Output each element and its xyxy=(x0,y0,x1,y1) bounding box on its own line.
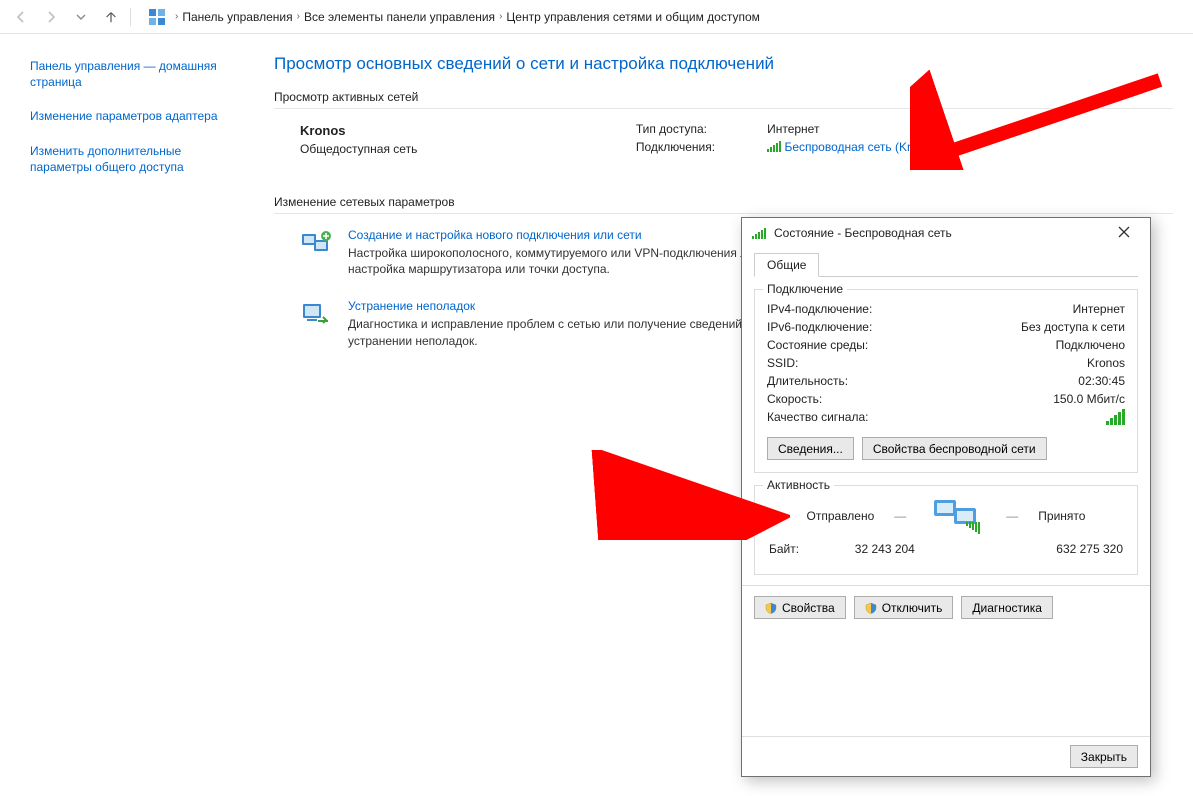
connection-link[interactable]: Беспроводная сеть (Kronos) xyxy=(784,140,941,154)
ssid-label: SSID: xyxy=(767,356,798,370)
recv-label: Принято xyxy=(1038,509,1085,523)
duration-label: Длительность: xyxy=(767,374,848,388)
explorer-toolbar: › Панель управления › Все элементы панел… xyxy=(0,0,1193,34)
back-button[interactable] xyxy=(8,4,34,30)
duration-value: 02:30:45 xyxy=(1078,374,1125,388)
breadcrumb-item[interactable]: Панель управления xyxy=(182,10,292,24)
up-button[interactable] xyxy=(98,4,124,30)
active-networks-label: Просмотр активных сетей xyxy=(274,90,1173,104)
connection-group: Подключение IPv4-подключение:Интернет IP… xyxy=(754,289,1138,473)
troubleshoot-icon xyxy=(300,299,334,333)
change-settings-label: Изменение сетевых параметров xyxy=(274,195,1173,209)
control-panel-icon xyxy=(147,7,167,27)
disable-button-label: Отключить xyxy=(882,601,943,615)
forward-button[interactable] xyxy=(38,4,64,30)
network-name: Kronos xyxy=(300,123,417,138)
network-monitor-icon xyxy=(926,496,986,536)
new-connection-icon xyxy=(300,228,334,262)
network-row: Kronos Общедоступная сеть Тип доступа: И… xyxy=(274,117,1173,157)
properties-button-label: Свойства xyxy=(782,601,835,615)
ipv6-value: Без доступа к сети xyxy=(1021,320,1125,334)
wifi-signal-icon xyxy=(752,227,766,239)
access-type-label: Тип доступа: xyxy=(636,121,725,137)
speed-label: Скорость: xyxy=(767,392,822,406)
access-type-value: Интернет xyxy=(727,121,951,137)
group-legend: Подключение xyxy=(763,282,847,296)
change-item-title[interactable]: Создание и настройка нового подключения … xyxy=(348,228,642,242)
change-item-title[interactable]: Устранение неполадок xyxy=(348,299,475,313)
sidebar-item-home[interactable]: Панель управления — домашняя страница xyxy=(30,58,230,90)
wifi-status-dialog: Состояние - Беспроводная сеть Общие Подк… xyxy=(741,217,1151,777)
ssid-value: Kronos xyxy=(1087,356,1125,370)
ipv4-value: Интернет xyxy=(1073,302,1125,316)
chevron-right-icon: › xyxy=(297,11,300,22)
ipv4-label: IPv4-подключение: xyxy=(767,302,872,316)
wifi-signal-icon xyxy=(767,140,781,152)
shield-icon xyxy=(865,602,877,614)
shield-icon xyxy=(765,602,777,614)
sidebar: Панель управления — домашняя страница Из… xyxy=(0,34,256,796)
bytes-label: Байт: xyxy=(769,542,799,556)
ipv6-label: IPv6-подключение: xyxy=(767,320,872,334)
divider xyxy=(274,213,1173,214)
diagnose-button[interactable]: Диагностика xyxy=(961,596,1053,619)
chevron-right-icon: › xyxy=(175,11,178,22)
tab-general[interactable]: Общие xyxy=(754,253,819,277)
media-label: Состояние среды: xyxy=(767,338,868,352)
recent-dropdown[interactable] xyxy=(68,4,94,30)
wireless-properties-button[interactable]: Свойства беспроводной сети xyxy=(862,437,1047,460)
breadcrumb[interactable]: › Панель управления › Все элементы панел… xyxy=(175,10,760,24)
breadcrumb-item[interactable]: Центр управления сетями и общим доступом xyxy=(506,10,760,24)
dialog-footer: Закрыть xyxy=(742,736,1150,776)
connections-label: Подключения: xyxy=(636,139,725,155)
tabstrip: Общие xyxy=(754,252,1138,277)
media-value: Подключено xyxy=(1056,338,1125,352)
bytes-sent: 32 243 204 xyxy=(855,542,915,556)
dialog-title: Состояние - Беспроводная сеть xyxy=(774,226,1096,240)
bytes-recv: 632 275 320 xyxy=(1056,542,1123,556)
chevron-right-icon: › xyxy=(499,11,502,22)
network-type: Общедоступная сеть xyxy=(300,142,417,156)
details-button[interactable]: Сведения... xyxy=(767,437,854,460)
divider xyxy=(274,108,1173,109)
dialog-titlebar: Состояние - Беспроводная сеть xyxy=(742,218,1150,248)
sidebar-item-adapter[interactable]: Изменение параметров адаптера xyxy=(30,108,230,124)
page-title: Просмотр основных сведений о сети и наст… xyxy=(274,54,1173,74)
close-button[interactable] xyxy=(1104,225,1144,241)
sidebar-item-sharing[interactable]: Изменить дополнительные параметры общего… xyxy=(30,143,230,175)
separator xyxy=(130,8,131,26)
signal-label: Качество сигнала: xyxy=(767,410,868,425)
group-legend: Активность xyxy=(763,478,834,492)
activity-group: Активность Отправлено — — Принято Байт: … xyxy=(754,485,1138,575)
divider xyxy=(742,585,1150,586)
properties-button[interactable]: Свойства xyxy=(754,596,846,619)
breadcrumb-item[interactable]: Все элементы панели управления xyxy=(304,10,495,24)
disable-button[interactable]: Отключить xyxy=(854,596,954,619)
sent-label: Отправлено xyxy=(807,509,875,523)
speed-value: 150.0 Мбит/с xyxy=(1053,392,1125,406)
signal-strength-icon xyxy=(1106,410,1125,425)
close-dialog-button[interactable]: Закрыть xyxy=(1070,745,1138,768)
